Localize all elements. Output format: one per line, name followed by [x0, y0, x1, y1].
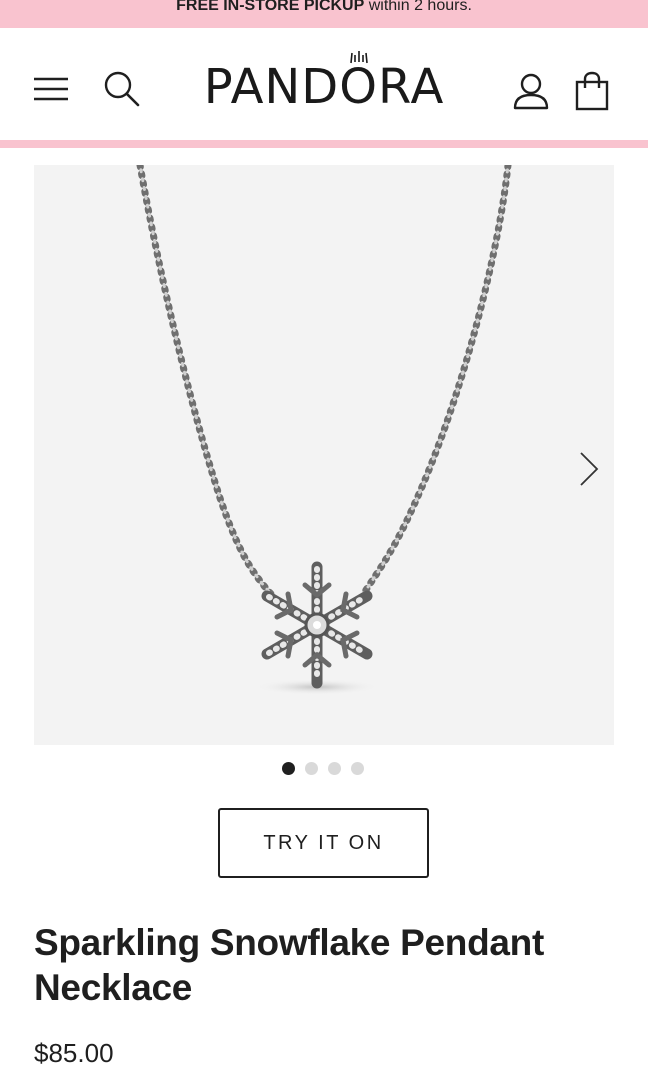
brand-logo[interactable]: PANDORA: [186, 60, 462, 114]
bag-button[interactable]: [575, 71, 609, 111]
product-price: $85.00: [34, 1038, 114, 1068]
gallery-dot-1[interactable]: [282, 762, 295, 775]
account-icon: [513, 73, 549, 110]
gallery-next-button[interactable]: [577, 450, 601, 488]
search-icon: [104, 71, 140, 107]
product-image-gallery[interactable]: [34, 165, 614, 745]
search-button[interactable]: [103, 70, 141, 108]
account-button[interactable]: [512, 72, 550, 110]
menu-icon: [34, 77, 68, 101]
gallery-dot-2[interactable]: [305, 762, 318, 775]
try-it-on-button[interactable]: TRY IT ON: [218, 808, 429, 878]
product-image: [136, 165, 512, 695]
product-title: Sparkling Snowflake Pendant Necklace: [34, 922, 545, 1008]
promo-text: within 2 hours.: [364, 0, 472, 14]
header-divider: [0, 140, 648, 148]
gallery-dot-4[interactable]: [351, 762, 364, 775]
promo-bar: FREE IN-STORE PICKUP within 2 hours.: [0, 0, 648, 28]
gallery-dot-3[interactable]: [328, 762, 341, 775]
chevron-right-icon: [580, 452, 599, 486]
bag-icon: [575, 71, 609, 111]
menu-button[interactable]: [34, 77, 70, 101]
promo-bold-text: FREE IN-STORE PICKUP: [176, 0, 365, 14]
